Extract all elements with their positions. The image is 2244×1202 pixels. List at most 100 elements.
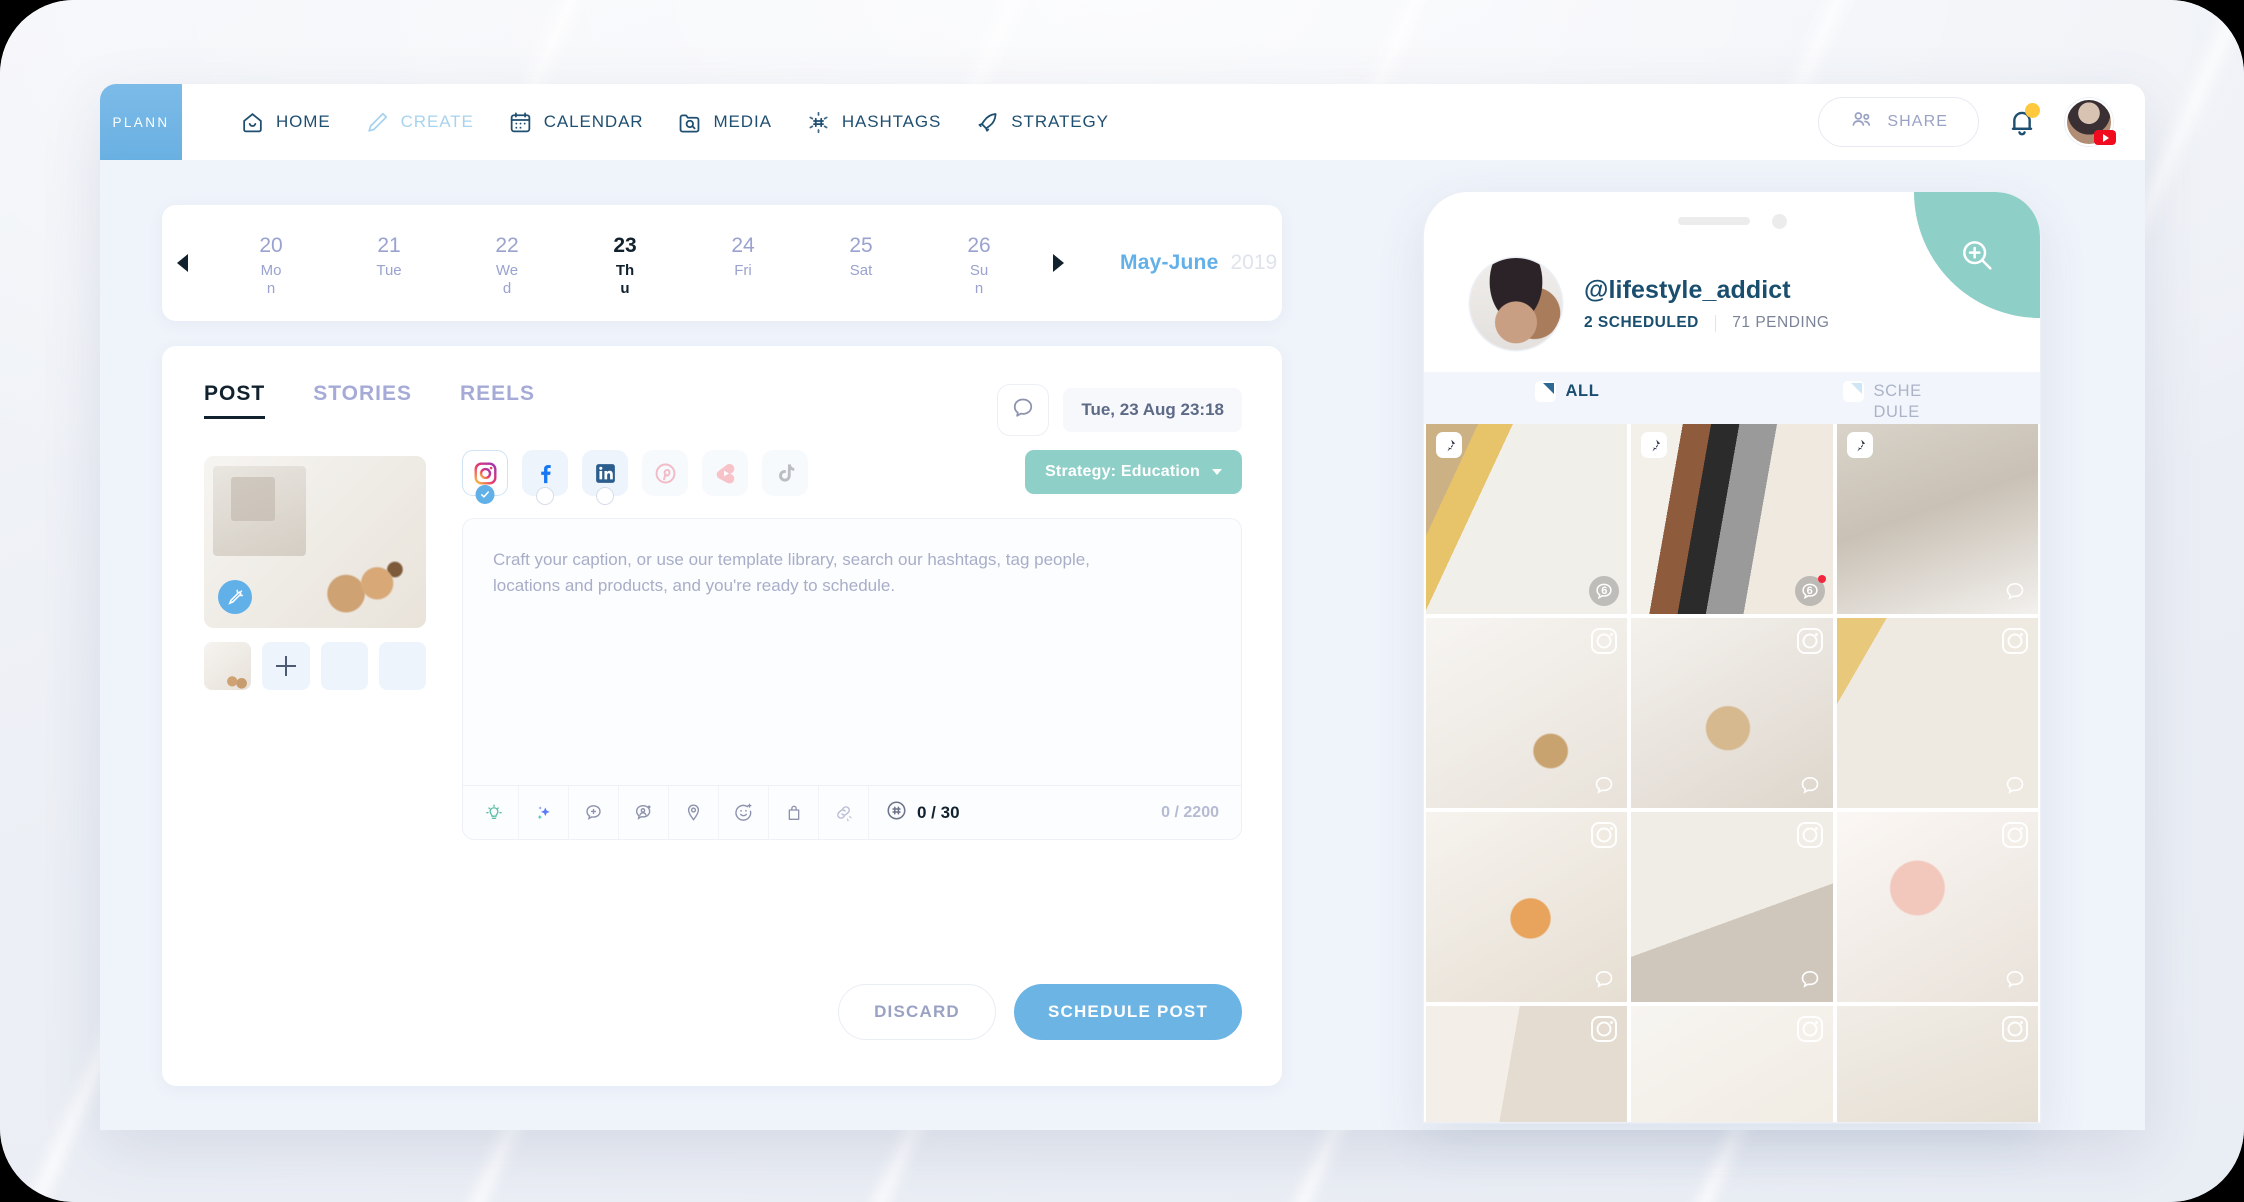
nav-item-label: HOME [276,112,331,131]
comment-button[interactable] [997,384,1050,436]
magic-wand-icon[interactable] [218,580,252,614]
nav-item-hashtags[interactable]: HASHTAGS [806,110,941,135]
grid-cell[interactable] [1631,1006,1833,1122]
discard-button[interactable]: DISCARD [838,984,996,1040]
instagram-icon [1591,628,1618,654]
chevron-down-icon [1212,469,1222,475]
grid-cell[interactable] [1836,1006,2038,1122]
platform-instagram[interactable] [462,450,508,504]
pin-icon[interactable] [1846,432,1873,458]
add-comment-icon[interactable] [569,786,619,839]
platform-pinterest[interactable] [642,450,688,496]
day-cell[interactable]: 26 Sun [920,228,1038,297]
grid-cell[interactable] [1631,618,1833,808]
strategy-dropdown[interactable]: Strategy: Education [1025,450,1242,494]
day-number: 22 [495,234,519,258]
media-slot-empty[interactable] [378,642,426,690]
phone-preview: @lifestyle_addict 2 SCHEDULED 71 PENDING… [1424,192,2040,1122]
day-cell[interactable]: 22 Wed [448,228,566,297]
platform-facebook[interactable] [522,450,568,505]
comment-count-badge[interactable]: 6 [1794,575,1826,606]
day-cell[interactable]: 21 Tue [330,228,448,279]
grid-cell[interactable] [1836,812,2038,1002]
grid-cell[interactable] [1631,812,1833,1002]
grid-cell[interactable] [1426,618,1628,808]
pending-count: 71 PENDING [1732,314,1830,331]
comment-count-badge[interactable]: 6 [1589,576,1620,606]
grid-cell[interactable] [1426,1006,1628,1122]
tab-reels[interactable]: REELS [460,382,535,419]
shopping-bag-icon[interactable] [769,786,819,839]
platform-linkedin[interactable] [582,450,628,505]
tag-person-icon[interactable] [619,786,669,839]
comment-badge[interactable] [2000,576,2030,606]
pin-icon[interactable] [1641,432,1668,458]
grid-cell[interactable] [1836,618,2038,808]
tab-post[interactable]: POST [204,382,266,419]
day-name: Sat [849,261,873,279]
tab-stories[interactable]: STORIES [313,382,412,419]
grid-cell[interactable]: 6 [1631,424,1833,614]
nav-item-media[interactable]: MEDIA [677,110,771,135]
day-cell-selected[interactable]: 23 Thu [566,228,684,297]
instagram-icon [2001,628,2028,654]
day-cell[interactable]: 24 Fri [684,228,802,279]
avatar[interactable] [2065,98,2116,146]
nav-item-calendar[interactable]: CALENDAR [508,110,644,135]
location-pin-icon[interactable] [669,786,719,839]
grid-cell[interactable]: 6 [1426,424,1628,614]
comment-badge[interactable] [1795,964,1825,994]
media-column [204,456,426,690]
plann-logo[interactable]: PLANN [100,84,182,160]
day-cell[interactable]: 20 Mon [212,228,330,297]
day-cell[interactable]: 25 Sat [802,228,920,279]
profile-handle: @lifestyle_addict [1584,276,1791,304]
nav-item-home[interactable]: HOME [240,110,331,135]
profile-stats: 2 SCHEDULED 71 PENDING [1584,314,1829,332]
comment-badge[interactable] [1795,770,1825,800]
chevron-left-icon [176,254,188,272]
media-thumbnail[interactable] [204,642,252,690]
add-media-button[interactable] [262,642,310,690]
comment-badge[interactable] [1589,964,1619,994]
sparkles-icon[interactable] [519,786,569,839]
platform-youtube-shorts[interactable] [702,450,748,496]
compose-column: Strategy: Education Craft your caption, … [462,450,1242,840]
stat-divider [1714,314,1717,332]
grid-cell[interactable] [1426,812,1628,1002]
comment-badge[interactable] [2000,770,2030,800]
emoji-icon[interactable] [719,786,769,839]
people-icon [1849,107,1874,137]
day-name: Thu [615,261,635,297]
scheduled-time-field[interactable]: Tue, 23 Aug 23:18 [1063,388,1242,432]
main-media-preview[interactable] [204,456,426,628]
media-slot-empty[interactable] [320,642,368,690]
prev-week-button[interactable] [162,254,202,272]
grid-cell[interactable] [1836,424,2038,614]
notifications-button[interactable] [2005,103,2040,139]
schedule-post-button[interactable]: SCHEDULE POST [1014,984,1242,1040]
nav-item-create[interactable]: CREATE [365,110,474,135]
comment-bubble-icon [1010,395,1036,426]
share-button[interactable]: SHARE [1818,97,1979,147]
comment-badge[interactable] [2000,964,2030,994]
hashtag-counter-group[interactable]: 0 / 30 [869,799,976,827]
tab-scheduled[interactable]: SCHEDULED [1732,372,2040,441]
comment-badge[interactable] [1589,770,1619,800]
comment-count: 6 [1601,585,1608,597]
pin-icon[interactable] [1436,432,1462,458]
platform-tiktok[interactable] [762,450,808,496]
lightbulb-icon[interactable] [469,786,519,839]
home-icon [240,110,265,135]
next-week-button[interactable] [1038,254,1078,272]
nav-item-strategy[interactable]: STRATEGY [975,110,1109,135]
month-label[interactable]: May-June [1120,251,1218,275]
profile-avatar[interactable] [1470,258,1562,350]
caption-input[interactable]: Craft your caption, or use our template … [462,518,1242,840]
grid-scheduled-icon [1842,381,1864,402]
composer-actions: DISCARD SCHEDULE POST [838,984,1242,1040]
tab-all[interactable]: ALL [1424,372,1732,424]
link-icon[interactable] [819,786,869,839]
unread-dot-icon [1817,575,1826,583]
profile-info: @lifestyle_addict 2 SCHEDULED 71 PENDING [1584,276,1829,332]
